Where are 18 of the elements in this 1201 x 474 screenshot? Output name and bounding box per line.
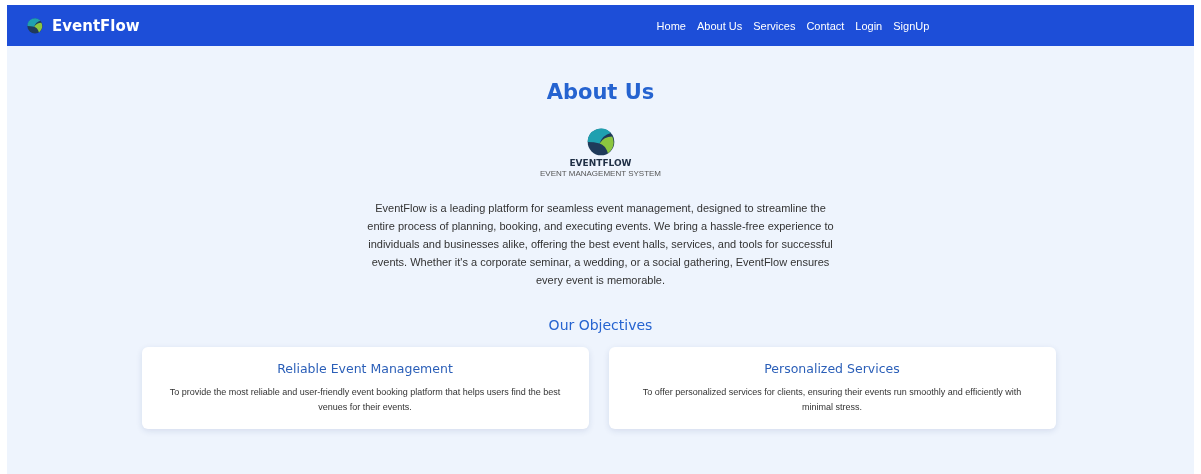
page-title: About Us	[546, 80, 655, 104]
card-title: Personalized Services	[763, 361, 901, 376]
logo-icon	[586, 128, 615, 156]
logo-text: EVENTFLOW	[569, 158, 632, 168]
logo-tagline: EVENT MANAGEMENT SYSTEM	[539, 169, 662, 179]
section-title: Our Objectives	[548, 317, 653, 333]
nav-link[interactable]: Contact	[806, 19, 845, 32]
card-text: To offer personalized services for clients, ensuring their events run smoothly and efficiently with minimal stress.	[641, 386, 1023, 414]
nav-link[interactable]: About Us	[696, 19, 743, 32]
brand-logo-icon[interactable]	[27, 17, 43, 34]
card-text: To provide the most reliable and user-friendly event booking platform that helps users find the best venues for their events.	[168, 386, 562, 414]
nav-link[interactable]: Home	[656, 19, 686, 32]
brand-name[interactable]: EventFlow	[52, 16, 140, 35]
about-description: EventFlow is a leading platform for seamless event management, designed to streamline the entire process of planning, booking, and executing events. We bring a hassle-free experience to individuals and businesses alike, offering the best event halls, services, and tools for successful events. Whether it's a corporate seminar, a wedding, or a social gathering, EventFlow ensures every event is memorable.	[366, 201, 835, 288]
nav-link[interactable]: Services	[753, 19, 796, 32]
nav-link[interactable]: SignUp	[893, 19, 930, 32]
card-title: Reliable Event Management	[276, 361, 454, 376]
nav-link[interactable]: Login	[855, 19, 883, 32]
